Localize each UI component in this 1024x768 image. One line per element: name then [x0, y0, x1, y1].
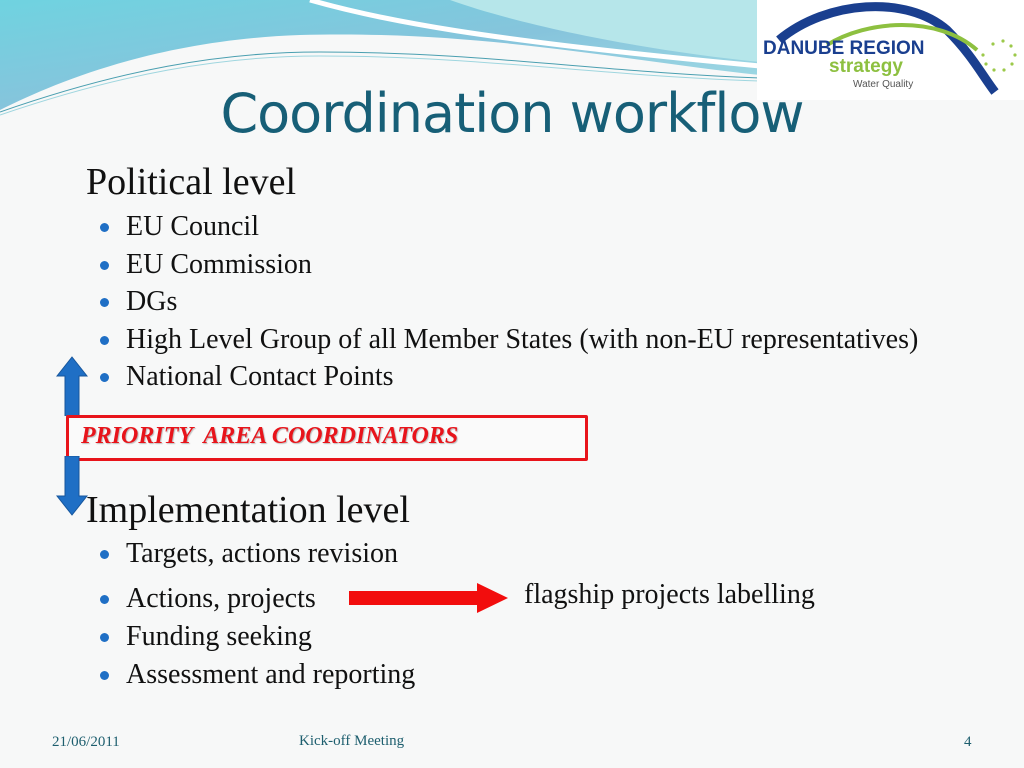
list-item: Targets, actions revision — [100, 535, 415, 579]
footer-date: 21/06/2011 — [52, 734, 120, 750]
slide-title: Coordination workflow — [220, 82, 804, 145]
political-level-list: EU Council EU Commission DGs High Level … — [100, 208, 918, 396]
bullet-icon — [100, 633, 109, 642]
priority-area-coordinators-label: PRIORITY AREA COORDINATORS — [81, 423, 459, 449]
list-item: High Level Group of all Member States (w… — [100, 321, 918, 359]
arrow-up-icon — [56, 356, 88, 416]
implementation-level-heading: Implementation level — [86, 489, 410, 531]
list-item-text: Assessment and reporting — [126, 658, 416, 690]
list-item: EU Commission — [100, 246, 918, 284]
page-number: 4 — [964, 734, 972, 750]
logo-text-strategy: strategy — [829, 56, 903, 77]
list-item: EU Council — [100, 208, 918, 246]
bullet-icon — [100, 373, 109, 382]
list-item-text: Actions, projects — [126, 583, 316, 614]
list-item-text: National Contact Points — [126, 361, 394, 392]
list-item-text: EU Commission — [126, 248, 312, 280]
arrow-right-icon — [349, 583, 508, 613]
list-item-text: EU Council — [126, 211, 259, 242]
arrow-down-icon — [56, 456, 88, 516]
list-item-text: High Level Group of all Member States (w… — [126, 323, 919, 355]
list-item-text: Funding seeking — [126, 621, 312, 652]
bullet-icon — [100, 223, 109, 232]
list-item: Assessment and reporting — [100, 656, 415, 694]
list-item-text: Targets, actions revision — [126, 538, 399, 569]
political-level-heading: Political level — [86, 161, 297, 203]
bullet-icon — [100, 335, 109, 345]
list-item: DGs — [100, 283, 918, 321]
list-item-text: DGs — [126, 286, 178, 317]
bullet-icon — [100, 298, 109, 307]
priority-area-coordinators-box: PRIORITY AREA COORDINATORS — [66, 415, 588, 461]
footer-event: Kick-off Meeting — [299, 733, 405, 749]
bullet-icon — [100, 595, 109, 604]
implementation-level-list: Targets, actions revision Actions, proje… — [100, 535, 415, 693]
bullet-icon — [100, 670, 109, 680]
bullet-icon — [100, 260, 109, 270]
list-item: National Contact Points — [100, 358, 918, 396]
bullet-icon — [100, 550, 109, 559]
flagship-projects-label: flagship projects labelling — [524, 579, 815, 610]
list-item: Funding seeking — [100, 618, 415, 656]
